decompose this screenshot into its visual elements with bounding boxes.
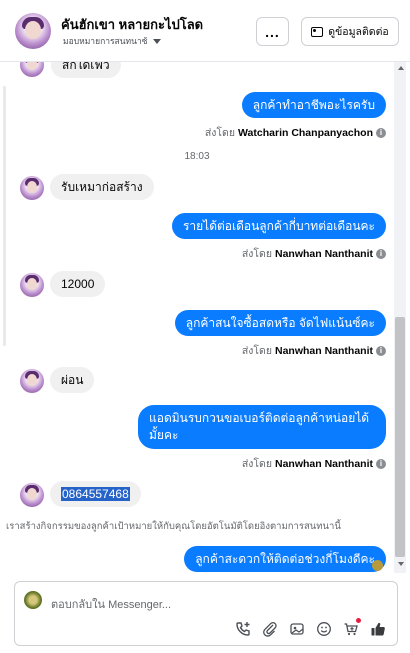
scrollbar-thumb[interactable] (395, 317, 405, 557)
sender-avatar (20, 176, 44, 200)
view-contact-label: ดูข้อมูลติดต่อ (328, 26, 389, 38)
add-call-icon[interactable] (234, 620, 252, 638)
page-avatar (24, 591, 42, 609)
sender-name[interactable]: Watcharin Chanpanyachon (238, 127, 373, 139)
outgoing-message: ลูกค้าทำอาชีพอะไรครับ (241, 92, 386, 118)
emoji-icon[interactable] (315, 620, 333, 638)
scroll-down-icon[interactable] (398, 562, 404, 566)
message-thread[interactable]: สกใดเฟว ลูกค้าทำอาชีพอะไรครับ ส่งโดย Wat… (0, 62, 410, 573)
info-icon[interactable]: i (376, 345, 386, 356)
sender-avatar (20, 369, 44, 393)
seen-avatar (372, 560, 383, 571)
info-icon[interactable]: i (376, 458, 386, 469)
reply-input[interactable]: ตอบกลับใน Messenger... (51, 595, 171, 613)
sent-by-label: ส่งโดย Nanwhan Nanthanit i (242, 342, 386, 359)
notification-dot (356, 618, 361, 623)
incoming-message: ผ่อน (50, 367, 95, 393)
info-icon[interactable]: i (376, 127, 386, 138)
reply-box[interactable]: ตอบกลับใน Messenger... (14, 581, 398, 646)
sender-avatar (20, 273, 44, 297)
outgoing-message: รายได้ต่อเดือนลูกค้ากี่บาทต่อเดือนคะ (171, 213, 386, 239)
sent-by-prefix: ส่งโดย (241, 248, 272, 260)
contact-name[interactable]: คันฮักเขา หลายกะไปโลด (61, 14, 203, 35)
left-scroll-track (3, 86, 6, 346)
incoming-message-phone: 0864557468 (50, 481, 141, 507)
more-options-button[interactable]: ... (256, 17, 289, 46)
sender-name[interactable]: Nanwhan Nanthanit (275, 458, 373, 470)
sent-by-prefix: ส่งโดย (204, 127, 236, 139)
more-dots-icon: ... (265, 23, 280, 40)
sender-avatar (20, 483, 44, 507)
sent-by-label: ส่งโดย Watcharin Chanpanyachon i (205, 124, 386, 141)
contact-card-icon (311, 26, 324, 37)
caret-down-icon (152, 38, 161, 44)
incoming-message: สกใดเฟว (51, 62, 121, 78)
attach-icon[interactable] (261, 620, 279, 638)
incoming-message: รับเหมาก่อสร้าง (50, 174, 154, 200)
media-icon[interactable] (288, 620, 306, 638)
system-note: เราสร้างกิจกรรมของลูกค้าเป้าหมายให้กับคุ… (6, 521, 341, 532)
sender-name[interactable]: Nanwhan Nanthanit (275, 248, 373, 260)
sent-by-prefix: ส่งโดย (241, 345, 272, 357)
thumbs-up-icon[interactable] (369, 620, 387, 638)
outgoing-message: ลูกค้าสนใจซื้อสดหรือ จัดไฟแน้นซ์คะ (174, 310, 386, 336)
contact-avatar[interactable] (15, 13, 51, 49)
timestamp: 18:03 (184, 151, 210, 162)
outgoing-message: แอดมินรบกวนขอเบอร์ติดต่อลูกค้าหน่อยได้มั… (138, 405, 386, 449)
view-contact-button[interactable]: ดูข้อมูลติดต่อ (301, 17, 399, 46)
sent-by-prefix: ส่งโดย (241, 458, 272, 470)
sent-by-label: ส่งโดย Nanwhan Nanthanit i (242, 245, 386, 262)
info-icon[interactable]: i (376, 248, 386, 259)
conversation-header: คันฮักเขา หลายกะไปโลด มอบหมายการสนทนาซ้ … (0, 0, 410, 62)
scroll-up-icon[interactable] (398, 66, 404, 70)
composer-toolbar (234, 618, 387, 638)
assign-conversation-dropdown[interactable]: มอบหมายการสนทนาซ้ (63, 34, 161, 48)
outgoing-message: ลูกค้าสะดวกให้ติดต่อช่วงกี่โมงดีคะ (184, 546, 386, 572)
sender-avatar (20, 62, 44, 77)
assign-conversation-label: มอบหมายการสนทนาซ้ (63, 36, 148, 46)
cart-icon[interactable] (342, 618, 361, 638)
phone-number[interactable]: 0864557468 (61, 487, 130, 501)
sender-name[interactable]: Nanwhan Nanthanit (275, 345, 373, 357)
incoming-message: 12000 (50, 271, 106, 297)
composer-area: ตอบกลับใน Messenger... (0, 573, 410, 653)
sent-by-label: ส่งโดย Nanwhan Nanthanit i (242, 455, 386, 472)
